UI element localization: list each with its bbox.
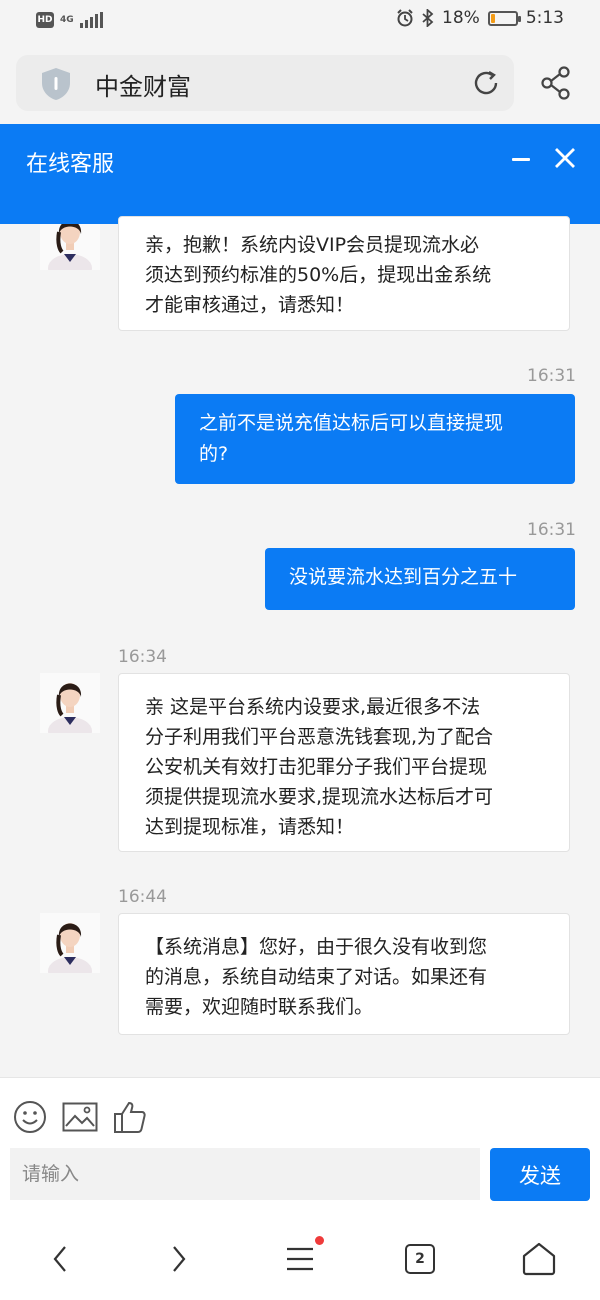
message-time: 16:31 [527,366,576,386]
alarm-icon [397,9,413,27]
message-line: 亲 这是平台系统内设要求,最近很多不法 [145,696,481,718]
agent-message: 亲，抱歉！系统内设VIP会员提现流水必 须达到预约标准的50%后，提现出金系统 … [118,216,570,331]
close-icon[interactable] [553,146,577,170]
network-type: 4G [60,14,74,25]
forward-icon[interactable] [169,1244,189,1274]
clock: 5:13 [525,8,564,28]
back-icon[interactable] [50,1244,70,1274]
system-message: 【系统消息】您好，由于很久没有收到您 的消息，系统自动结束了对话。如果还有 需要… [118,913,570,1035]
send-button[interactable]: 发送 [490,1148,590,1201]
message-line: 的? [199,443,229,465]
message-line: 须提供提现流水要求,提现流水达标后才可 [145,786,494,808]
address-bar[interactable]: 中金财富 [16,55,514,111]
hd-voice-icon: HD [36,12,54,28]
message-line: 【系统消息】您好，由于很久没有收到您 [145,936,488,958]
home-icon[interactable] [522,1242,556,1276]
thumbs-up-icon[interactable] [113,1100,147,1134]
share-icon[interactable] [540,66,572,100]
notification-dot [315,1236,324,1245]
chat-title: 在线客服 [26,152,115,177]
status-bar: HD 4G 18% 5:13 [0,0,600,42]
message-time: 16:44 [118,887,167,907]
tabs-button[interactable]: 2 [405,1244,435,1274]
message-line: 亲，抱歉！系统内设VIP会员提现流水必 [145,234,480,256]
message-line: 公安机关有效打击犯罪分子我们平台提现 [145,756,488,778]
user-message: 之前不是说充值达标后可以直接提现 的? [175,394,575,484]
message-line: 达到提现标准，请悉知！ [145,816,355,838]
agent-avatar [40,673,100,733]
signal-icon [79,12,103,28]
message-line: 没说要流水达到百分之五十 [289,566,518,588]
image-icon[interactable] [62,1102,98,1132]
message-time: 16:31 [527,520,576,540]
message-line: 之前不是说充值达标后可以直接提现 [199,412,504,434]
message-line: 需要，欢迎随时联系我们。 [145,996,374,1018]
menu-icon[interactable] [285,1246,315,1272]
message-time: 16:34 [118,647,167,667]
page-title: 中金财富 [95,73,191,101]
message-input[interactable] [10,1148,480,1200]
minimize-button[interactable] [510,155,534,165]
refresh-icon[interactable] [471,68,501,98]
battery-percent: 18% [442,8,480,28]
message-line: 分子利用我们平台恶意洗钱套现,为了配合 [145,726,494,748]
battery-icon [487,10,521,26]
message-line: 的消息，系统自动结束了对话。如果还有 [145,966,488,988]
message-line: 才能审核通过，请悉知！ [145,294,355,316]
user-message: 没说要流水达到百分之五十 [265,548,575,610]
agent-avatar [40,224,100,270]
shield-icon [42,68,70,100]
message-line: 须达到预约标准的50%后，提现出金系统 [145,264,492,286]
browser-bottom-nav: 2 [0,1220,600,1300]
agent-avatar [40,913,100,973]
bluetooth-icon [422,9,434,27]
chat-header: 在线客服 [0,124,600,224]
emoji-icon[interactable] [13,1100,47,1134]
agent-message: 亲 这是平台系统内设要求,最近很多不法 分子利用我们平台恶意洗钱套现,为了配合 … [118,673,570,852]
